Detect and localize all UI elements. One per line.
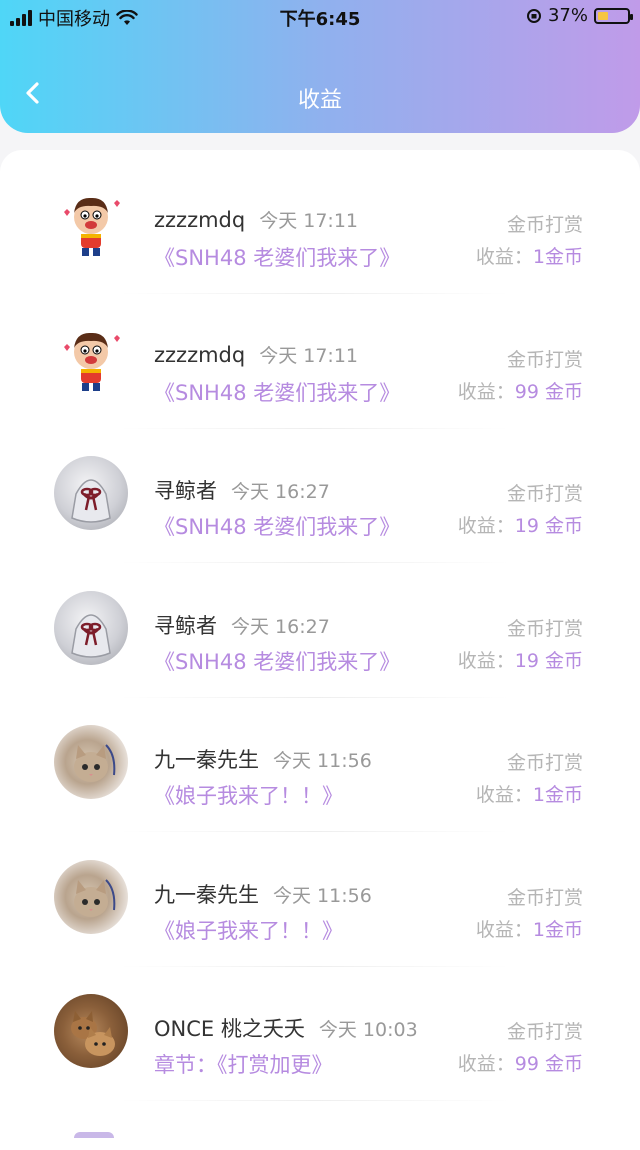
earnings-label: 收益： bbox=[457, 1053, 515, 1075]
earnings-amount: 99 金币 bbox=[514, 380, 583, 403]
work-title: 《娘子我来了！！》 bbox=[154, 918, 343, 943]
battery-icon bbox=[594, 7, 633, 24]
partial-avatar bbox=[74, 1132, 114, 1138]
username-text: 九一秦先生 bbox=[154, 882, 259, 907]
reward-type: 金币打赏 bbox=[506, 214, 583, 236]
username: zzzzmdq 今天 17:11 bbox=[154, 206, 358, 233]
header: 中国移动 下午6:45 37% 收益 bbox=[0, 0, 640, 133]
timestamp: 今天 17:11 bbox=[259, 210, 359, 232]
earnings: 收益：19 金币 bbox=[458, 646, 583, 673]
earnings-amount: 19 金币 bbox=[514, 649, 583, 672]
earnings-label: 收益： bbox=[475, 918, 533, 941]
username: 寻鲸者 今天 16:27 bbox=[154, 475, 330, 505]
earnings: 收益：19 金币 bbox=[458, 511, 583, 538]
earning-row[interactable]: zzzzmdq 今天 17:11 《SNH48 老婆们我来了》 金币打赏 收益：9… bbox=[0, 295, 640, 429]
earnings: 收益：1金币 bbox=[476, 242, 583, 269]
reward-type: 金币打赏 bbox=[506, 886, 583, 909]
username-text: zzzzmdq bbox=[154, 208, 246, 232]
timestamp: 今天 16:27 bbox=[231, 481, 330, 503]
work-title-link[interactable]: 《娘子我来了！！》 bbox=[154, 915, 343, 945]
chapter-prefix: 章节： bbox=[154, 1053, 217, 1077]
username: 寻鲸者 今天 16:27 bbox=[154, 610, 330, 640]
work-title: 《SNH48 老婆们我来了》 bbox=[154, 380, 401, 405]
username-text: ONCE 桃之夭夭 bbox=[154, 1017, 305, 1041]
timestamp: 今天 11:56 bbox=[273, 884, 372, 907]
username: ONCE 桃之夭夭 今天 10:03 bbox=[154, 1013, 418, 1043]
earnings-amount: 19 金币 bbox=[514, 515, 583, 537]
battery-level bbox=[598, 11, 608, 20]
work-title-link[interactable]: 《SNH48 老婆们我来了》 bbox=[154, 646, 400, 676]
reward-type: 金币打赏 bbox=[506, 752, 583, 774]
cartoon-boy-avatar[interactable] bbox=[54, 187, 128, 261]
reward-type: 金币打赏 bbox=[506, 617, 583, 640]
earnings-label: 收益： bbox=[457, 515, 515, 537]
earnings-amount: 1金币 bbox=[532, 918, 583, 941]
earning-row[interactable]: 寻鲸者 今天 16:27 《SNH48 老婆们我来了》 金币打赏 收益：19 金币 bbox=[0, 429, 640, 563]
reward-type: 金币打赏 bbox=[506, 1021, 583, 1043]
rotation-lock-icon bbox=[526, 8, 541, 23]
kitten-avatar[interactable] bbox=[54, 725, 128, 799]
username-text: 寻鲸者 bbox=[154, 613, 217, 638]
status-right: 37% bbox=[526, 5, 633, 26]
earnings: 收益：1金币 bbox=[476, 915, 583, 942]
earning-row[interactable]: ONCE 桃之夭夭 今天 10:03 章节：《打赏加更》 金币打赏 收益：99 金… bbox=[0, 967, 640, 1101]
username-text: 寻鲸者 bbox=[154, 479, 217, 503]
earnings-label: 收益： bbox=[475, 784, 533, 806]
work-title: 《打赏加更》 bbox=[217, 1053, 333, 1077]
timestamp: 今天 11:56 bbox=[273, 750, 372, 772]
username-text: 九一秦先生 bbox=[154, 748, 259, 772]
kitten-avatar[interactable] bbox=[54, 859, 128, 934]
work-title-link[interactable]: 《SNH48 老婆们我来了》 bbox=[154, 377, 400, 407]
reward-type: 金币打赏 bbox=[506, 483, 583, 505]
earning-row[interactable]: 九一秦先生 今天 11:56 《娘子我来了！！》 金币打赏 收益：1金币 bbox=[0, 698, 640, 832]
work-title: 《SNH48 老婆们我来了》 bbox=[154, 515, 401, 539]
username: 九一秦先生 今天 11:56 bbox=[154, 879, 372, 909]
earnings-amount: 1金币 bbox=[532, 246, 583, 268]
page-title: 收益 bbox=[297, 88, 342, 113]
earnings: 收益：1金币 bbox=[476, 780, 583, 807]
battery-percent: 37% bbox=[547, 5, 588, 26]
work-title: 《SNH48 老婆们我来了》 bbox=[154, 246, 401, 270]
earnings-label: 收益： bbox=[457, 649, 515, 672]
earning-row[interactable]: zzzzmdq 今天 17:11 《SNH48 老婆们我来了》 金币打赏 收益：1… bbox=[0, 160, 640, 294]
gift-bag-avatar[interactable] bbox=[54, 456, 128, 530]
work-title: 《娘子我来了！！》 bbox=[154, 784, 343, 808]
nav-bar: 收益 bbox=[0, 34, 640, 133]
work-title-link[interactable]: 《SNH48 老婆们我来了》 bbox=[154, 242, 400, 272]
username-text: zzzzmdq bbox=[154, 342, 246, 367]
earnings: 收益：99 金币 bbox=[458, 1049, 583, 1076]
timestamp: 今天 16:27 bbox=[231, 615, 330, 638]
earnings: 收益：99 金币 bbox=[458, 377, 583, 404]
username: 九一秦先生 今天 11:56 bbox=[154, 744, 372, 774]
status-bar: 中国移动 下午6:45 37% bbox=[0, 0, 640, 34]
username: zzzzmdq 今天 17:11 bbox=[154, 341, 358, 368]
earnings-list: zzzzmdq 今天 17:11 《SNH48 老婆们我来了》 金币打赏 收益：1… bbox=[0, 150, 640, 1150]
work-title: 《SNH48 老婆们我来了》 bbox=[154, 649, 401, 674]
cats-avatar[interactable] bbox=[54, 994, 128, 1068]
timestamp: 今天 17:11 bbox=[259, 344, 359, 367]
earnings-label: 收益： bbox=[475, 246, 533, 268]
gift-bag-avatar[interactable] bbox=[54, 590, 128, 665]
earning-row[interactable]: 寻鲸者 今天 16:27 《SNH48 老婆们我来了》 金币打赏 收益：19 金币 bbox=[0, 564, 640, 698]
row-divider bbox=[120, 1100, 510, 1101]
cartoon-boy-avatar[interactable] bbox=[54, 321, 128, 396]
work-title-link[interactable]: 《娘子我来了！！》 bbox=[154, 780, 343, 810]
earning-row[interactable]: 九一秦先生 今天 11:56 《娘子我来了！！》 金币打赏 收益：1金币 bbox=[0, 833, 640, 967]
earnings-amount: 1金币 bbox=[532, 784, 583, 806]
earnings-amount: 99 金币 bbox=[514, 1053, 583, 1075]
timestamp: 今天 10:03 bbox=[318, 1019, 418, 1041]
reward-type: 金币打赏 bbox=[506, 348, 583, 371]
work-title-link[interactable]: 《SNH48 老婆们我来了》 bbox=[154, 511, 400, 541]
work-title-link[interactable]: 章节：《打赏加更》 bbox=[154, 1049, 333, 1079]
earnings-label: 收益： bbox=[457, 380, 515, 403]
